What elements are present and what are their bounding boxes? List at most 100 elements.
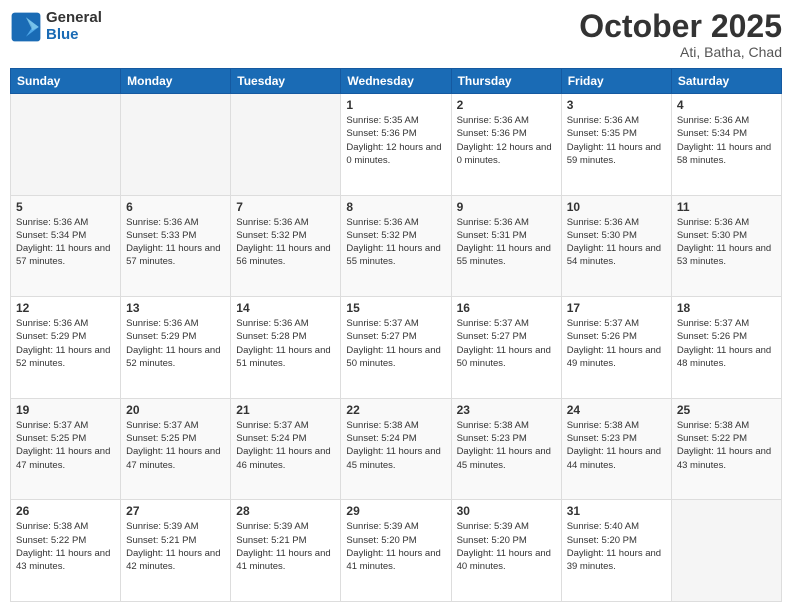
- calendar-day-cell: 29 Sunrise: 5:39 AMSunset: 5:20 PMDayligh…: [341, 500, 451, 602]
- sunrise-text: Sunrise: 5:36 AM: [126, 216, 225, 229]
- daylight-text: Daylight: 12 hours and 0 minutes.: [346, 141, 445, 168]
- sunset-text: Sunset: 5:21 PM: [126, 534, 225, 547]
- calendar-week-row: 26Sunrise: 5:38 AMSunset: 5:22 PMDayligh…: [11, 500, 782, 602]
- col-thursday: Thursday: [451, 69, 561, 94]
- sunrise-text: Sunrise: 5:38 AM: [567, 419, 666, 432]
- calendar-day-cell: 14Sunrise: 5:36 AMSunset: 5:28 PMDayligh…: [231, 297, 341, 399]
- sunrise-text: Sunrise: 5:36 AM: [346, 216, 445, 229]
- day-number: 8: [346, 200, 445, 214]
- col-wednesday: Wednesday: [341, 69, 451, 94]
- sunrise-text: Sunrise: 5:37 AM: [346, 317, 445, 330]
- calendar-day-cell: 2Sunrise: 5:36 AMSunset: 5:36 PMDaylight…: [451, 94, 561, 196]
- col-tuesday: Tuesday: [231, 69, 341, 94]
- daylight-text: Daylight: 11 hours and 55 minutes.: [346, 242, 445, 269]
- day-info: Sunrise: 5:36 AMSunset: 5:32 PMDaylight:…: [236, 216, 335, 269]
- sunrise-text: Sunrise: 5:36 AM: [16, 317, 115, 330]
- daylight-text: Daylight: 11 hours and 43 minutes.: [16, 547, 115, 574]
- calendar-day-cell: 25 Sunrise: 5:38 AMSunset: 5:22 PMDayligh…: [671, 398, 781, 500]
- daylight-text: Daylight: 11 hours and 50 minutes.: [457, 344, 556, 371]
- calendar-day-cell: 28Sunrise: 5:39 AMSunset: 5:21 PMDayligh…: [231, 500, 341, 602]
- logo-icon: [10, 11, 42, 43]
- day-info: Sunrise: 5:37 AMSunset: 5:25 PMDaylight:…: [126, 419, 225, 472]
- daylight-text: Daylight: 11 hours and 40 minutes.: [457, 547, 556, 574]
- day-info: Sunrise: 5:37 AMSunset: 5:27 PMDaylight:…: [457, 317, 556, 370]
- calendar-day-cell: 11Sunrise: 5:36 AMSunset: 5:30 PMDayligh…: [671, 195, 781, 297]
- calendar-day-cell: 27Sunrise: 5:39 AMSunset: 5:21 PMDayligh…: [121, 500, 231, 602]
- daylight-text: Daylight: 11 hours and 46 minutes.: [236, 445, 335, 472]
- day-info: Sunrise: 5:36 AMSunset: 5:29 PMDaylight:…: [126, 317, 225, 370]
- sunset-text: Sunset: 5:30 PM: [677, 229, 776, 242]
- sunset-text: Sunset: 5:29 PM: [16, 330, 115, 343]
- day-number: 21: [236, 403, 335, 417]
- calendar-week-row: 12Sunrise: 5:36 AMSunset: 5:29 PMDayligh…: [11, 297, 782, 399]
- day-number: 20: [126, 403, 225, 417]
- calendar-day-cell: 12Sunrise: 5:36 AMSunset: 5:29 PMDayligh…: [11, 297, 121, 399]
- calendar-day-cell: 31Sunrise: 5:40 AMSunset: 5:20 PMDayligh…: [561, 500, 671, 602]
- sunset-text: Sunset: 5:23 PM: [567, 432, 666, 445]
- col-monday: Monday: [121, 69, 231, 94]
- sunset-text: Sunset: 5:23 PM: [457, 432, 556, 445]
- sunrise-text: Sunrise: 5:39 AM: [236, 520, 335, 533]
- calendar-day-cell: 22Sunrise: 5:38 AMSunset: 5:24 PMDayligh…: [341, 398, 451, 500]
- daylight-text: Daylight: 11 hours and 50 minutes.: [346, 344, 445, 371]
- day-number: 29: [346, 504, 445, 518]
- day-number: 12: [16, 301, 115, 315]
- sunset-text: Sunset: 5:34 PM: [677, 127, 776, 140]
- calendar-week-row: 5Sunrise: 5:36 AMSunset: 5:34 PMDaylight…: [11, 195, 782, 297]
- col-friday: Friday: [561, 69, 671, 94]
- calendar-day-cell: 18Sunrise: 5:37 AMSunset: 5:26 PMDayligh…: [671, 297, 781, 399]
- day-info: Sunrise: 5:36 AMSunset: 5:34 PMDaylight:…: [677, 114, 776, 167]
- calendar-day-cell: 17 Sunrise: 5:37 AMSunset: 5:26 PMDayligh…: [561, 297, 671, 399]
- sunset-text: Sunset: 5:27 PM: [346, 330, 445, 343]
- daylight-text: Daylight: 11 hours and 57 minutes.: [126, 242, 225, 269]
- day-number: 7: [236, 200, 335, 214]
- calendar-day-cell: 7 Sunrise: 5:36 AMSunset: 5:32 PMDaylight…: [231, 195, 341, 297]
- day-info: Sunrise: 5:38 AMSunset: 5:22 PMDaylight:…: [677, 419, 776, 472]
- sunrise-text: Sunrise: 5:38 AM: [677, 419, 776, 432]
- day-info: Sunrise: 5:37 AMSunset: 5:26 PMDaylight:…: [567, 317, 666, 370]
- day-info: Sunrise: 5:39 AMSunset: 5:20 PMDaylight:…: [346, 520, 445, 573]
- calendar-day-cell: 3Sunrise: 5:36 AMSunset: 5:35 PMDaylight…: [561, 94, 671, 196]
- sunset-text: Sunset: 5:36 PM: [457, 127, 556, 140]
- day-info: Sunrise: 5:39 AMSunset: 5:20 PMDaylight:…: [457, 520, 556, 573]
- day-info: Sunrise: 5:36 AMSunset: 5:30 PMDaylight:…: [567, 216, 666, 269]
- calendar-week-row: 19Sunrise: 5:37 AMSunset: 5:25 PMDayligh…: [11, 398, 782, 500]
- daylight-text: Daylight: 11 hours and 49 minutes.: [567, 344, 666, 371]
- day-number: 14: [236, 301, 335, 315]
- sunset-text: Sunset: 5:20 PM: [457, 534, 556, 547]
- daylight-text: Daylight: 11 hours and 52 minutes.: [126, 344, 225, 371]
- day-number: 24: [567, 403, 666, 417]
- day-number: 22: [346, 403, 445, 417]
- daylight-text: Daylight: 11 hours and 41 minutes.: [346, 547, 445, 574]
- sunrise-text: Sunrise: 5:38 AM: [457, 419, 556, 432]
- day-number: 2: [457, 98, 556, 112]
- calendar-day-cell: 20 Sunrise: 5:37 AMSunset: 5:25 PMDayligh…: [121, 398, 231, 500]
- day-number: 25: [677, 403, 776, 417]
- calendar-day-cell: [231, 94, 341, 196]
- sunset-text: Sunset: 5:24 PM: [236, 432, 335, 445]
- calendar-day-cell: 13Sunrise: 5:36 AMSunset: 5:29 PMDayligh…: [121, 297, 231, 399]
- calendar-table: Sunday Monday Tuesday Wednesday Thursday…: [10, 68, 782, 602]
- logo: General Blue: [10, 10, 102, 43]
- daylight-text: Daylight: 11 hours and 47 minutes.: [16, 445, 115, 472]
- sunrise-text: Sunrise: 5:37 AM: [126, 419, 225, 432]
- day-number: 28: [236, 504, 335, 518]
- sunset-text: Sunset: 5:28 PM: [236, 330, 335, 343]
- sunset-text: Sunset: 5:22 PM: [16, 534, 115, 547]
- day-info: Sunrise: 5:38 AMSunset: 5:23 PMDaylight:…: [567, 419, 666, 472]
- day-number: 17: [567, 301, 666, 315]
- logo-blue: Blue: [46, 26, 79, 43]
- daylight-text: Daylight: 11 hours and 58 minutes.: [677, 141, 776, 168]
- page-header: General Blue October 2025 Ati, Batha, Ch…: [10, 10, 782, 60]
- sunset-text: Sunset: 5:25 PM: [126, 432, 225, 445]
- calendar-day-cell: 10Sunrise: 5:36 AMSunset: 5:30 PMDayligh…: [561, 195, 671, 297]
- sunrise-text: Sunrise: 5:36 AM: [677, 114, 776, 127]
- calendar-day-cell: 15Sunrise: 5:37 AMSunset: 5:27 PMDayligh…: [341, 297, 451, 399]
- calendar-day-cell: 8Sunrise: 5:36 AMSunset: 5:32 PMDaylight…: [341, 195, 451, 297]
- sunrise-text: Sunrise: 5:40 AM: [567, 520, 666, 533]
- sunset-text: Sunset: 5:27 PM: [457, 330, 556, 343]
- sunrise-text: Sunrise: 5:36 AM: [236, 317, 335, 330]
- day-info: Sunrise: 5:37 AMSunset: 5:26 PMDaylight:…: [677, 317, 776, 370]
- day-info: Sunrise: 5:39 AMSunset: 5:21 PMDaylight:…: [126, 520, 225, 573]
- day-number: 26: [16, 504, 115, 518]
